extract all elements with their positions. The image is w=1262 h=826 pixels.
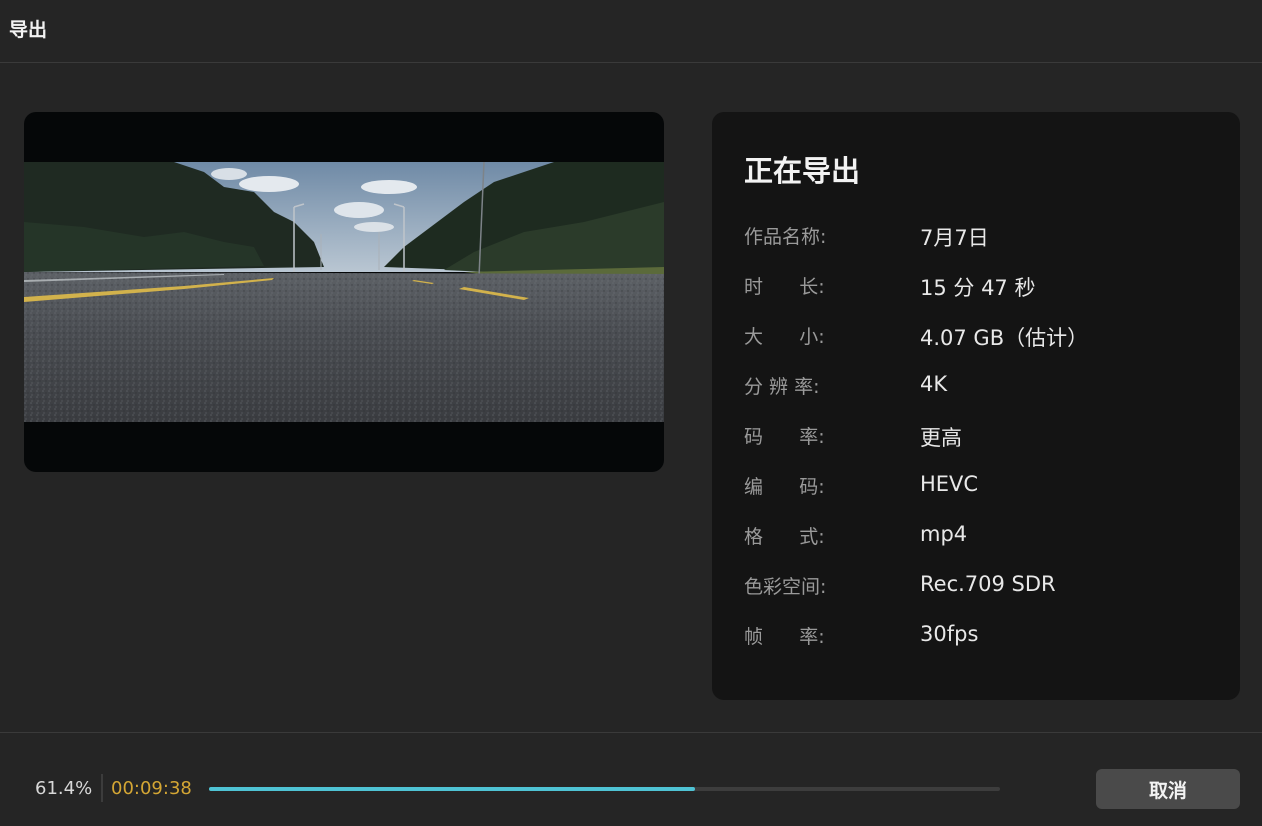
info-label: 分 辨 率:: [744, 376, 820, 398]
info-row-duration: 时 长: 15 分 47 秒: [744, 270, 1224, 300]
info-row-size: 大 小: 4.07 GB（估计）: [744, 320, 1224, 350]
info-row-resolution: 分 辨 率: 4K: [744, 370, 1224, 400]
progress-bar-fill: [209, 787, 695, 791]
info-value: mp4: [920, 522, 968, 546]
info-label: 作品名称:: [744, 226, 827, 248]
info-label: 时 长:: [744, 276, 825, 298]
export-footer: 61.4% 00:09:38 取消: [0, 732, 1262, 826]
info-value: Rec.709 SDR: [920, 572, 1056, 596]
export-status-heading: 正在导出: [744, 154, 861, 188]
info-row-frame-rate: 帧 率: 30fps: [744, 620, 1224, 650]
info-row-project-name: 作品名称: 7月7日: [744, 220, 1224, 250]
title-bar: 导出: [0, 0, 1262, 63]
info-value: 更高: [920, 426, 962, 450]
info-label: 格 式:: [744, 526, 825, 548]
info-value: 7月7日: [920, 226, 989, 250]
info-label: 大 小:: [744, 326, 825, 348]
elapsed-time: 00:09:38: [111, 778, 192, 799]
info-row-bitrate: 码 率: 更高: [744, 420, 1224, 450]
progress-bar: [209, 787, 1000, 791]
info-row-color-space: 色彩空间: Rec.709 SDR: [744, 570, 1224, 600]
info-row-codec: 编 码: HEVC: [744, 470, 1224, 500]
info-row-format: 格 式: mp4: [744, 520, 1224, 550]
video-preview: [24, 112, 664, 472]
info-value: HEVC: [920, 472, 979, 496]
info-value: 4.07 GB（估计）: [920, 326, 1089, 350]
info-label: 色彩空间:: [744, 576, 827, 598]
progress-percent: 61.4%: [35, 778, 93, 799]
info-label: 码 率:: [744, 426, 825, 448]
video-frame-image: [24, 162, 664, 422]
info-label: 帧 率:: [744, 626, 825, 648]
info-value: 30fps: [920, 622, 979, 646]
divider: [101, 774, 103, 802]
window-title: 导出: [9, 19, 48, 41]
info-value: 4K: [920, 372, 948, 396]
cancel-button[interactable]: 取消: [1096, 769, 1240, 809]
export-info-panel: 正在导出 作品名称: 7月7日 时 长: 15 分 47 秒 大 小: 4.07…: [712, 112, 1240, 700]
info-value: 15 分 47 秒: [920, 276, 1036, 300]
info-label: 编 码:: [744, 476, 825, 498]
